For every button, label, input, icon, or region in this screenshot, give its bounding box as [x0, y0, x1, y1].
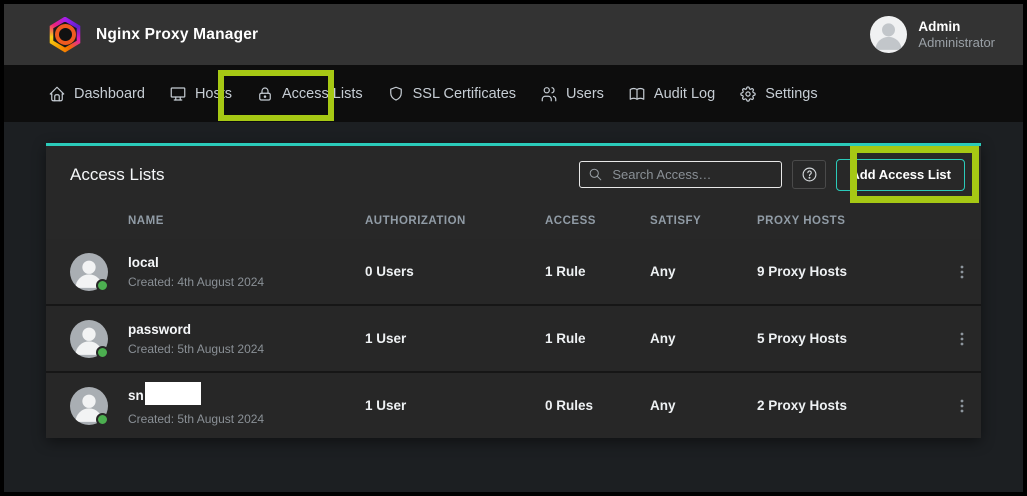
access-list-created: Created: 5th August 2024 [128, 341, 365, 357]
nav-item-dashboard[interactable]: Dashboard [36, 77, 157, 111]
main-nav: Dashboard Hosts Access Lists SSL Certifi… [4, 65, 1023, 122]
authorization-value: 1 User [365, 398, 545, 413]
table-row: sn Created: 5th August 2024 1 User 0 Rul… [46, 373, 981, 438]
proxy-hosts-value: 9 Proxy Hosts [757, 264, 949, 279]
panel-header: Access Lists Add Access List [46, 146, 981, 203]
authorization-value: 0 Users [365, 264, 545, 279]
book-icon [628, 85, 646, 103]
add-access-list-button[interactable]: Add Access List [836, 159, 965, 191]
nav-item-audit-log[interactable]: Audit Log [616, 77, 727, 111]
app-header: Nginx Proxy Manager Admin Administrator [4, 4, 1023, 65]
access-value: 1 Rule [545, 331, 650, 346]
user-role: Administrator [918, 35, 995, 51]
shield-icon [387, 85, 405, 103]
row-actions-menu-button[interactable] [949, 259, 975, 285]
column-header-authorization: Authorization [365, 215, 545, 227]
help-icon [801, 166, 818, 183]
access-value: 0 Rules [545, 398, 650, 413]
authorization-value: 1 User [365, 331, 545, 346]
row-actions-menu-button[interactable] [949, 326, 975, 352]
nav-item-settings[interactable]: Settings [727, 77, 829, 111]
nav-item-users[interactable]: Users [528, 77, 616, 111]
person-icon [870, 16, 907, 53]
access-list-name: password [128, 321, 365, 338]
app-window: Nginx Proxy Manager Admin Administrator … [0, 0, 1027, 496]
satisfy-value: Any [650, 331, 757, 346]
nav-item-access-lists[interactable]: Access Lists [244, 77, 375, 111]
column-header-satisfy: Satisfy [650, 215, 757, 227]
table-row: password Created: 5th August 2024 1 User… [46, 306, 981, 371]
lock-icon [256, 85, 274, 103]
nav-label: Users [566, 86, 604, 102]
redaction-overlay [145, 382, 201, 405]
status-online-dot [96, 413, 109, 426]
nav-label: Audit Log [654, 86, 715, 102]
column-header-proxy-hosts: Proxy Hosts [757, 215, 949, 227]
access-list-created: Created: 5th August 2024 [128, 411, 365, 427]
access-list-name: sn [128, 385, 365, 408]
kebab-menu-icon [954, 264, 970, 280]
row-actions-menu-button[interactable] [949, 393, 975, 419]
proxy-hosts-value: 2 Proxy Hosts [757, 398, 949, 413]
home-icon [48, 85, 66, 103]
search-input[interactable] [579, 161, 782, 188]
access-value: 1 Rule [545, 264, 650, 279]
nav-label: Access Lists [282, 86, 363, 102]
table-header-row: Name Authorization Access Satisfy Proxy … [46, 203, 981, 239]
kebab-menu-icon [954, 398, 970, 414]
proxy-hosts-value: 5 Proxy Hosts [757, 331, 949, 346]
table-row: local Created: 4th August 2024 0 Users 1… [46, 239, 981, 304]
kebab-menu-icon [954, 331, 970, 347]
nginx-proxy-manager-logo-icon [48, 17, 82, 53]
help-button[interactable] [792, 160, 826, 189]
page-content: Access Lists Add Access List Name [4, 122, 1023, 492]
column-header-access: Access [545, 215, 650, 227]
access-list-name: local [128, 254, 365, 271]
user-name: Admin [918, 18, 995, 35]
satisfy-value: Any [650, 398, 757, 413]
panel-title: Access Lists [70, 165, 164, 185]
user-avatar [870, 16, 907, 53]
user-menu[interactable]: Admin Administrator [870, 16, 995, 53]
users-icon [540, 85, 558, 103]
access-list-created: Created: 4th August 2024 [128, 274, 365, 290]
nav-label: Settings [765, 86, 817, 102]
gear-icon [739, 85, 757, 103]
column-header-name: Name [128, 215, 365, 227]
status-online-dot [96, 346, 109, 359]
access-lists-panel: Access Lists Add Access List Name [46, 143, 981, 438]
nav-label: Dashboard [74, 86, 145, 102]
app-title: Nginx Proxy Manager [96, 26, 258, 44]
satisfy-value: Any [650, 264, 757, 279]
access-lists-table: Name Authorization Access Satisfy Proxy … [46, 203, 981, 438]
nav-label: SSL Certificates [413, 86, 516, 102]
monitor-icon [169, 85, 187, 103]
nav-item-hosts[interactable]: Hosts [157, 77, 244, 111]
search-box [579, 161, 782, 188]
nav-item-ssl-certificates[interactable]: SSL Certificates [375, 77, 528, 111]
status-online-dot [96, 279, 109, 292]
nav-label: Hosts [195, 86, 232, 102]
